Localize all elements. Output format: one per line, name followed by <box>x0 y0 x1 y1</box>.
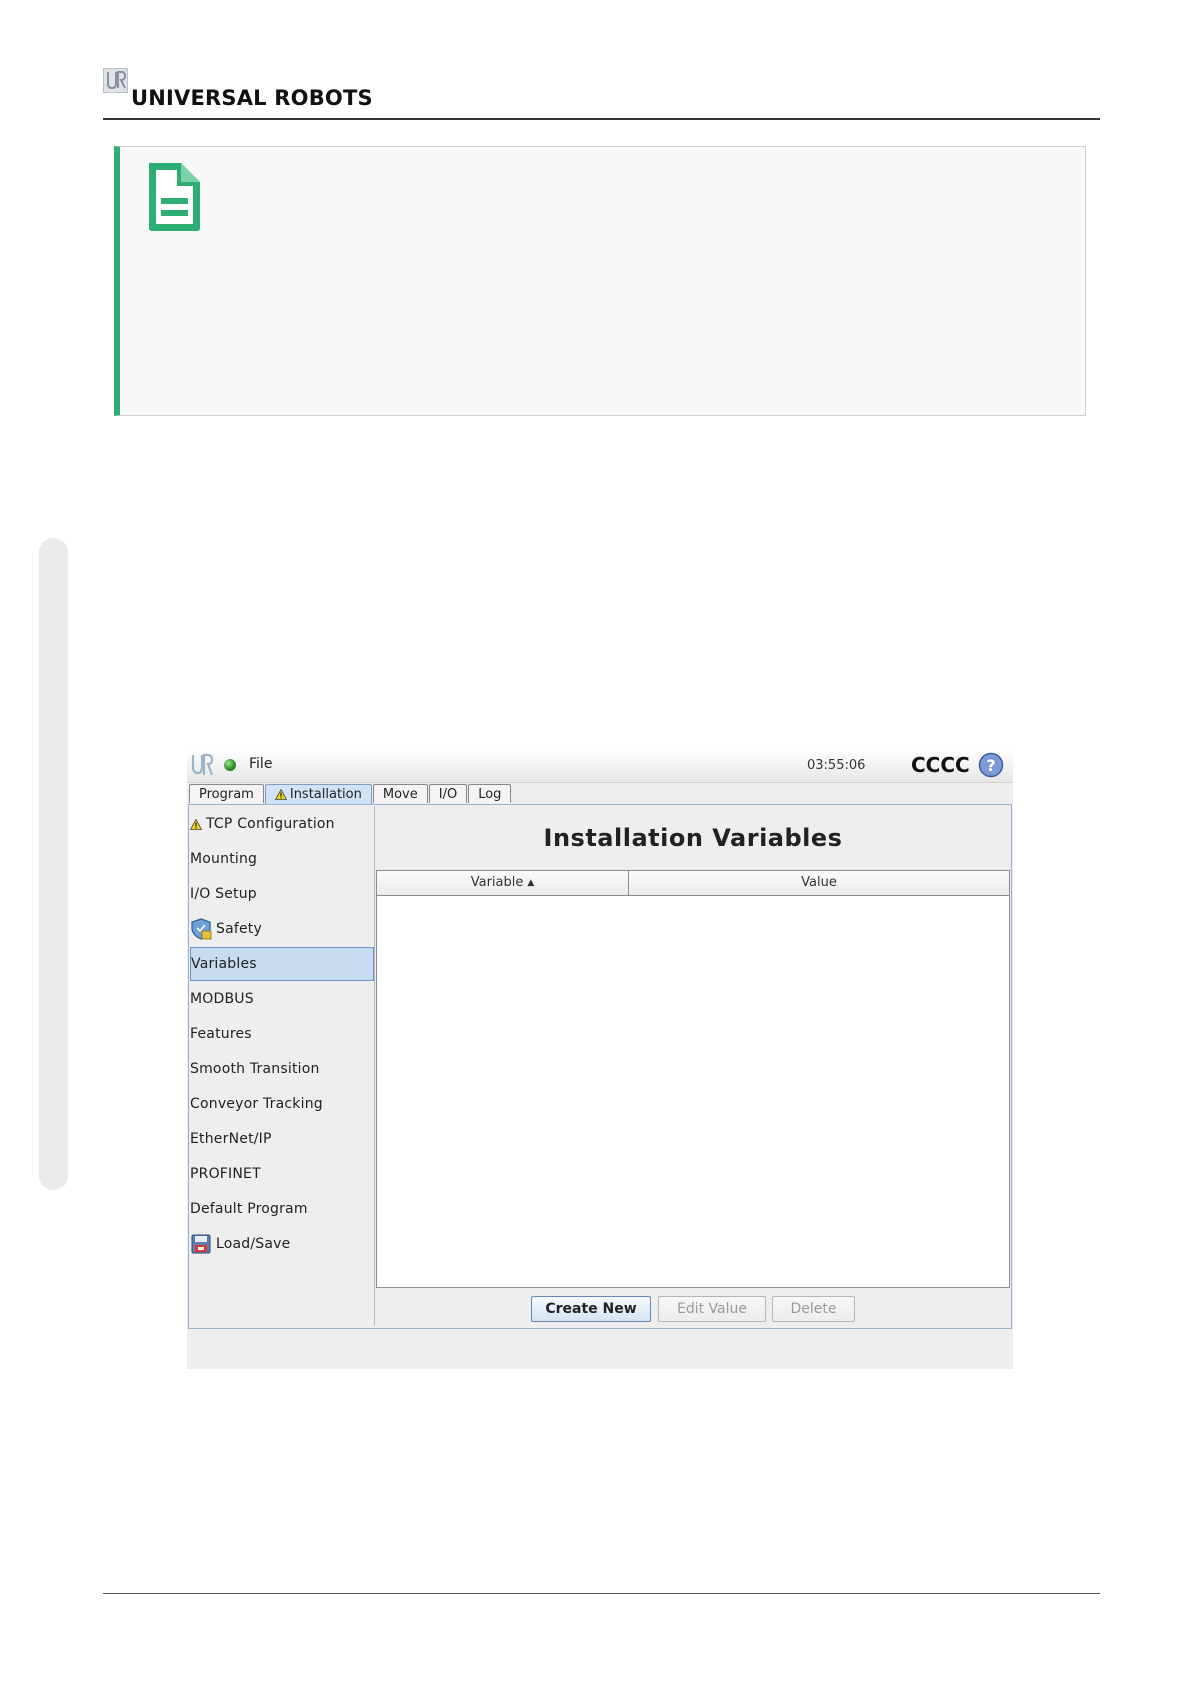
sidebar-item-ethernet-ip[interactable]: EtherNet/IP <box>190 1122 374 1156</box>
top-bar: File 03:55:06 CCCC ? <box>187 749 1013 783</box>
sidebar-item-label: Default Program <box>190 1201 308 1217</box>
sidebar-item-safety[interactable]: Safety <box>190 912 374 946</box>
installation-sidebar: TCP Configuration Mounting I/O Setup Saf… <box>190 806 375 1326</box>
file-menu[interactable]: File <box>249 756 272 772</box>
installation-panel: TCP Configuration Mounting I/O Setup Saf… <box>188 804 1012 1329</box>
note-box <box>114 146 1086 416</box>
robot-status-icon[interactable] <box>224 759 236 771</box>
sidebar-item-label: TCP Configuration <box>206 816 335 832</box>
sidebar-item-features[interactable]: Features <box>190 1017 374 1051</box>
brand-wordmark: UNIVERSAL ROBOTS <box>131 86 373 110</box>
tab-move[interactable]: Move <box>372 784 428 803</box>
warning-icon <box>274 789 287 800</box>
floppy-disk-icon <box>191 1234 211 1254</box>
clock: 03:55:06 <box>807 758 866 773</box>
table-header: Variable ▲ Value <box>377 871 1009 896</box>
sidebar-item-profinet[interactable]: PROFINET <box>190 1157 374 1191</box>
sidebar-item-label: EtherNet/IP <box>190 1131 272 1147</box>
create-new-button[interactable]: Create New <box>531 1296 651 1322</box>
sidebar-item-label: Conveyor Tracking <box>190 1096 323 1112</box>
sidebar-item-variables[interactable]: Variables <box>190 947 374 981</box>
polyscope-screenshot: File 03:55:06 CCCC ? Program Installatio… <box>187 749 1013 1369</box>
sidebar-item-load-save[interactable]: Load/Save <box>190 1227 374 1261</box>
tab-label: Log <box>478 786 502 802</box>
warning-icon <box>190 818 202 830</box>
page-title: Installation Variables <box>543 824 843 852</box>
sidebar-item-label: I/O Setup <box>190 886 257 902</box>
sidebar-item-label: MODBUS <box>190 991 254 1007</box>
column-label: Variable <box>470 875 524 890</box>
tab-label: I/O <box>438 786 458 802</box>
column-header-variable[interactable]: Variable ▲ <box>377 871 629 895</box>
sidebar-item-label: Features <box>190 1026 252 1042</box>
variables-panel: Installation Variables Variable ▲ Value C… <box>376 806 1010 1326</box>
tab-log[interactable]: Log <box>468 784 512 803</box>
column-header-value[interactable]: Value <box>629 871 1009 895</box>
svg-text:?: ? <box>986 756 995 775</box>
sidebar-item-label: PROFINET <box>190 1166 261 1182</box>
tab-label: Installation <box>289 787 362 802</box>
tab-label: Move <box>382 786 418 802</box>
sidebar-item-tcp-configuration[interactable]: TCP Configuration <box>190 807 374 841</box>
sidebar-item-label: Mounting <box>190 851 258 867</box>
edit-value-button[interactable]: Edit Value <box>658 1296 766 1322</box>
sidebar-item-default-program[interactable]: Default Program <box>190 1192 374 1226</box>
page-side-tab <box>39 538 68 1190</box>
robot-name: CCCC <box>911 753 970 777</box>
main-tabs: Program Installation Move I/O Log <box>189 784 512 804</box>
variables-table[interactable]: Variable ▲ Value <box>376 870 1010 1288</box>
sidebar-item-io-setup[interactable]: I/O Setup <box>190 877 374 911</box>
document-icon <box>149 163 200 231</box>
tab-io[interactable]: I/O <box>428 784 468 803</box>
ur-logo-icon <box>191 753 214 776</box>
tab-program[interactable]: Program <box>189 784 264 803</box>
sidebar-item-smooth-transition[interactable]: Smooth Transition <box>190 1052 374 1086</box>
button-row: Create New Edit Value Delete <box>376 1296 1010 1322</box>
column-label: Value <box>801 875 837 890</box>
sidebar-item-mounting[interactable]: Mounting <box>190 842 374 876</box>
delete-button[interactable]: Delete <box>772 1296 855 1322</box>
safety-shield-icon <box>191 918 212 940</box>
tab-installation[interactable]: Installation <box>264 784 372 804</box>
sidebar-item-label: Safety <box>216 921 262 937</box>
header-rule <box>103 118 1100 120</box>
ur-logo-icon <box>103 68 128 93</box>
help-icon[interactable]: ? <box>978 752 1004 778</box>
sidebar-item-conveyor-tracking[interactable]: Conveyor Tracking <box>190 1087 374 1121</box>
tab-label: Program <box>199 786 254 802</box>
sidebar-item-modbus[interactable]: MODBUS <box>190 982 374 1016</box>
sidebar-item-label: Variables <box>191 956 257 972</box>
sidebar-item-label: Load/Save <box>216 1236 291 1252</box>
sidebar-item-label: Smooth Transition <box>190 1061 320 1077</box>
footer-rule <box>103 1593 1100 1594</box>
sort-ascending-icon: ▲ <box>527 878 535 888</box>
